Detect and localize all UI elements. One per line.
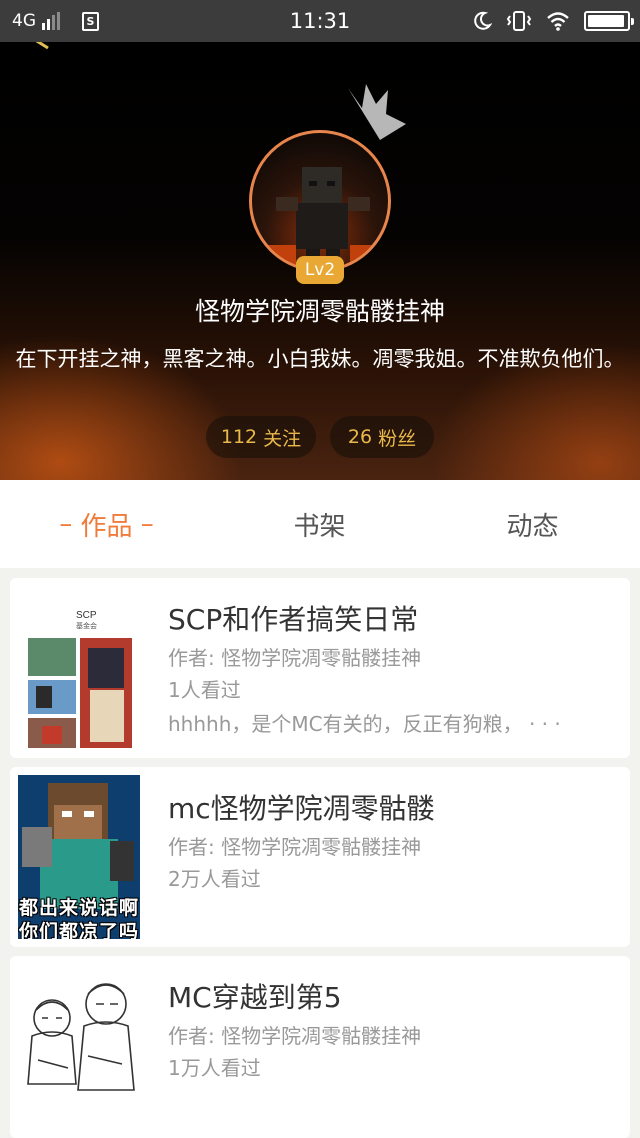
work-card[interactable]: 都出来说话啊 你们都凉了吗 mc怪物学院凋零骷髅 作者: 怪物学院凋零骷髅挂神 … [10, 767, 630, 947]
tab-bookshelf-label: 书架 [293, 511, 346, 542]
fans-label: 粉丝 [378, 427, 417, 450]
cover-caption-2: 你们都凉了吗 [18, 921, 139, 939]
tab-bookshelf[interactable]: 书架 [213, 480, 426, 568]
tab-activity[interactable]: 动态 [426, 480, 639, 568]
status-bar: 4G S 11:31 [0, 0, 640, 42]
work-info: mc怪物学院凋零骷髅 作者: 怪物学院凋零骷髅挂神 2万人看过 [168, 789, 618, 895]
work-card[interactable]: SCP 基金会 SCP和作者搞笑日常 作者: 怪物学院凋零骷髅挂神 1人看过 h… [10, 578, 630, 758]
sparkle-icon [35, 42, 49, 50]
work-card[interactable]: MC穿越到第5 作者: 怪物学院凋零骷髅挂神 1万人看过 [10, 956, 630, 1138]
fans-button[interactable]: 26 粉丝 [330, 416, 434, 458]
avatar-image [266, 167, 380, 269]
tab-dash-left: – [59, 509, 81, 539]
profile-name: 怪物学院凋零骷髅挂神 [194, 297, 445, 326]
tab-dash-right: – [132, 509, 154, 539]
minecraft-herobrine-cover[interactable]: 都出来说话啊 你们都凉了吗 [18, 775, 140, 939]
wifi-icon [547, 12, 569, 31]
work-info: MC穿越到第5 作者: 怪物学院凋零骷髅挂神 1万人看过 [168, 978, 618, 1084]
moon-icon [474, 11, 492, 30]
work-author: 作者: 怪物学院凋零骷髅挂神 [168, 1024, 422, 1048]
fans-count: 26 [347, 426, 373, 448]
battery-level [588, 15, 625, 27]
avatar[interactable] [249, 130, 391, 272]
work-title: mc怪物学院凋零骷髅 [168, 792, 435, 825]
tab-works-label: 作品 [80, 511, 133, 542]
following-count: 112 [220, 426, 258, 448]
tab-activity-label: 动态 [506, 511, 559, 542]
profile-bio: 在下开挂之神，黑客之神。小白我妹。凋零我姐。不准欺负他们。 [15, 347, 625, 371]
profile-header: Lv2 怪物学院凋零骷髅挂神 在下开挂之神，黑客之神。小白我妹。凋零我姐。不准欺… [0, 42, 640, 480]
cover-text-sub: 基金会 [76, 621, 97, 630]
cover-text-top: SCP [76, 610, 97, 621]
work-title: MC穿越到第5 [168, 981, 342, 1014]
tab-works[interactable]: – 作品 – [0, 480, 213, 568]
battery-icon [584, 11, 634, 31]
more-ellipsis: · · · [528, 712, 561, 736]
status-right [472, 0, 634, 42]
work-author: 作者: 怪物学院凋零骷髅挂神 [168, 646, 422, 670]
following-label: 关注 [263, 427, 302, 450]
tab-bar: – 作品 – 书架 动态 [0, 480, 640, 568]
work-description-text: hhhhh，是个MC有关的，反正有狗粮， [168, 712, 523, 736]
following-button[interactable]: 112 关注 [206, 416, 316, 458]
work-views: 1人看过 [168, 678, 241, 702]
cover-art: SCP 基金会 [28, 610, 132, 748]
work-views: 1万人看过 [168, 1056, 261, 1080]
work-description: hhhhh，是个MC有关的，反正有狗粮， · · · [168, 706, 608, 742]
level-badge: Lv2 [296, 256, 344, 284]
scp-collage-cover[interactable]: SCP 基金会 [18, 586, 140, 750]
cover-caption-1: 都出来说话啊 [18, 897, 139, 919]
work-info: SCP和作者搞笑日常 作者: 怪物学院凋零骷髅挂神 1人看过 hhhhh，是个M… [168, 600, 618, 742]
vibrate-icon [506, 11, 532, 31]
work-title: SCP和作者搞笑日常 [168, 603, 419, 636]
work-author: 作者: 怪物学院凋零骷髅挂神 [168, 835, 422, 859]
sketch-characters-cover[interactable] [18, 964, 140, 1128]
cover-art [27, 983, 135, 1091]
work-views: 2万人看过 [168, 867, 261, 891]
